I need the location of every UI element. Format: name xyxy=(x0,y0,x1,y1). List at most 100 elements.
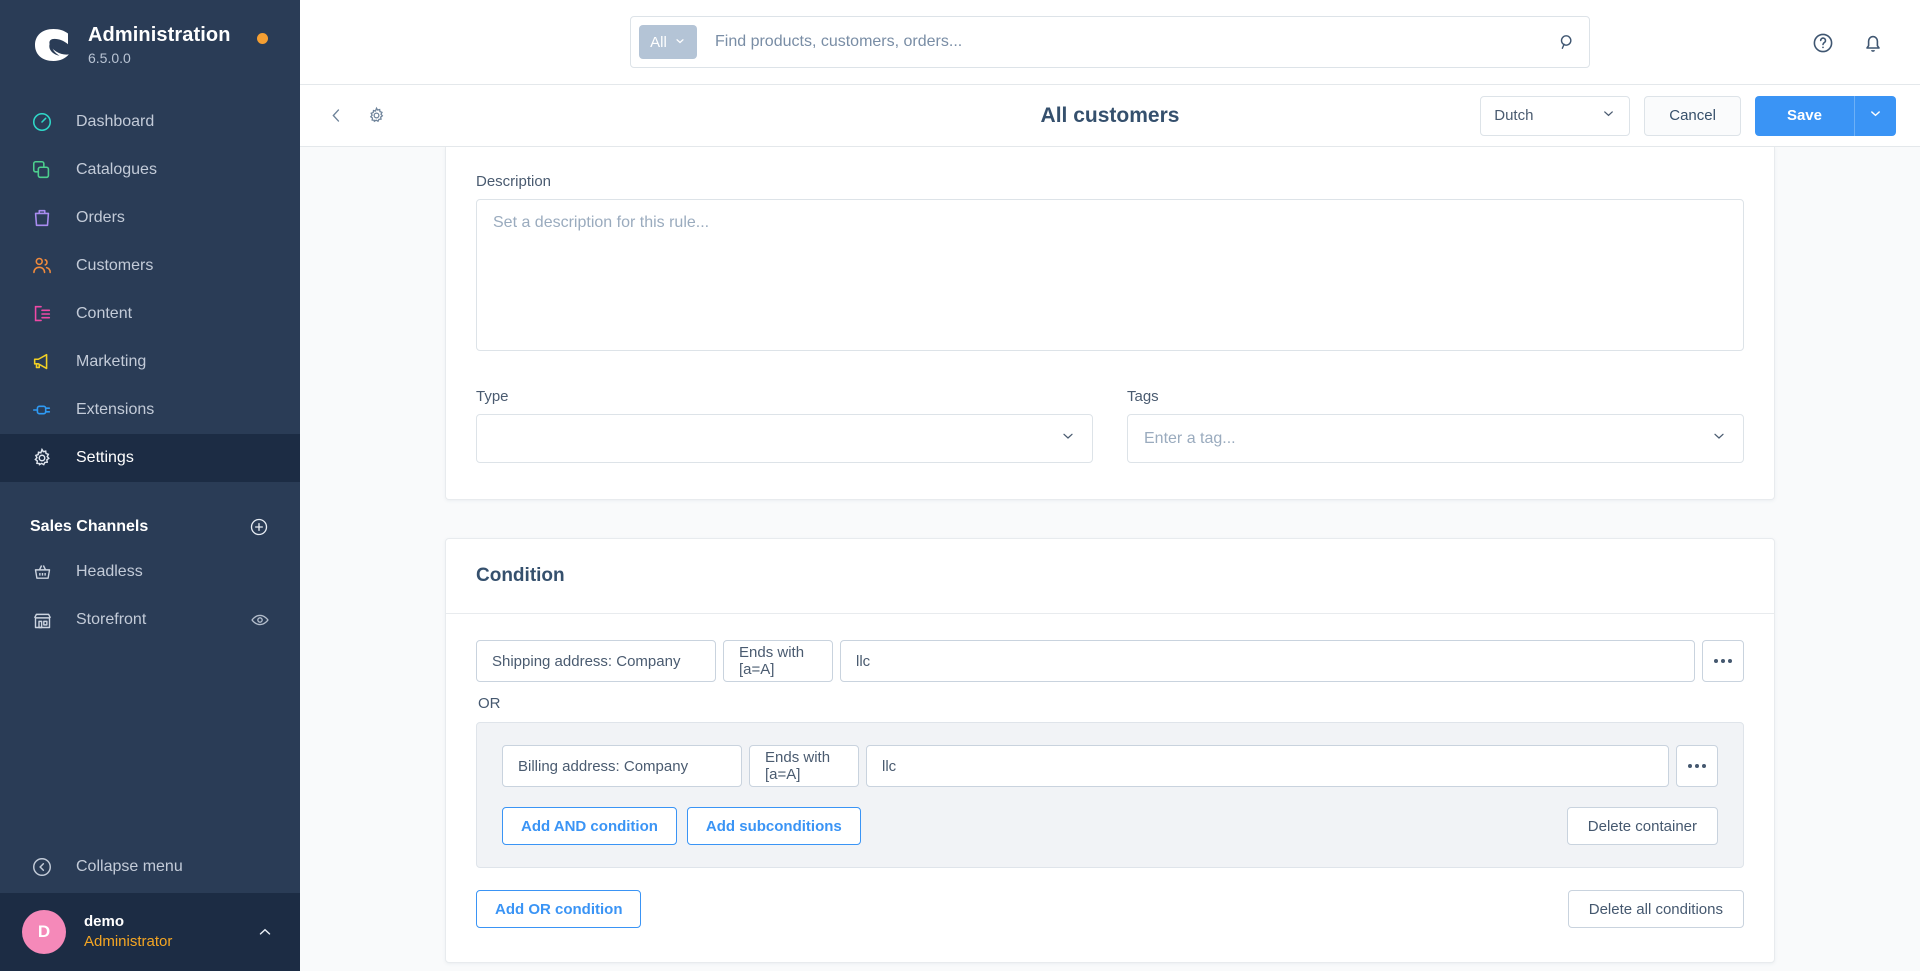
language-select[interactable]: Dutch xyxy=(1480,95,1631,136)
collapse-menu-label: Collapse menu xyxy=(76,858,183,875)
save-button-group: Save xyxy=(1754,95,1896,136)
storefront-shop-icon xyxy=(30,608,54,632)
tags-select[interactable]: Enter a tag... xyxy=(1127,414,1744,463)
sidebar-item-customers[interactable]: Customers xyxy=(0,242,300,290)
shopware-logo-icon xyxy=(30,22,76,68)
description-field-group: Description xyxy=(476,147,1744,356)
help-question-circle-icon[interactable] xyxy=(1810,30,1836,56)
basic-information-body: Description Type xyxy=(446,147,1774,499)
sales-channel-headless[interactable]: Headless xyxy=(0,548,300,596)
global-search: All xyxy=(630,16,1590,68)
chevron-left-icon[interactable] xyxy=(324,104,348,128)
eye-icon[interactable] xyxy=(250,610,270,630)
condition-row-root: Shipping address: Company Ends with [a=A… xyxy=(476,640,1744,682)
gear-icon[interactable] xyxy=(364,104,388,128)
bell-icon[interactable] xyxy=(1860,30,1886,56)
search-input[interactable] xyxy=(697,33,1555,51)
orders-bag-icon xyxy=(30,206,54,230)
search-icon[interactable] xyxy=(1555,30,1579,54)
sidebar-brand-version: 6.5.0.0 xyxy=(88,49,131,66)
marketing-megaphone-icon xyxy=(30,350,54,374)
customers-people-icon xyxy=(30,254,54,278)
sidebar-item-orders[interactable]: Orders xyxy=(0,194,300,242)
ellipsis-dots xyxy=(1688,764,1706,768)
cancel-button-label: Cancel xyxy=(1669,107,1716,124)
ellipsis-dots xyxy=(1714,659,1732,663)
sidebar-nav: Dashboard Catalogues Orders Customers Co… xyxy=(0,98,300,482)
extensions-plug-icon xyxy=(30,398,54,422)
type-tags-row: Type Tags Enter a tag... xyxy=(476,388,1744,463)
ellipsis-icon[interactable] xyxy=(1676,745,1718,787)
search-box: All xyxy=(630,16,1590,68)
sidebar-item-extensions[interactable]: Extensions xyxy=(0,386,300,434)
type-select[interactable] xyxy=(476,414,1093,463)
sidebar-item-label: Catalogues xyxy=(76,161,157,178)
sidebar-brand-text: Administration 6.5.0.0 xyxy=(88,23,231,67)
subcondition-type-select[interactable]: Billing address: Company xyxy=(502,745,742,787)
content-scroll-area[interactable]: Description Type xyxy=(300,147,1920,971)
sidebar-item-label: Extensions xyxy=(76,401,155,418)
add-or-condition-button[interactable]: Add OR condition xyxy=(476,890,642,928)
add-and-condition-button[interactable]: Add AND condition xyxy=(502,807,677,845)
chevron-up-icon[interactable] xyxy=(256,923,274,941)
user-menu[interactable]: D demo Administrator xyxy=(0,893,300,971)
sidebar-item-label: Dashboard xyxy=(76,113,155,130)
cancel-button[interactable]: Cancel xyxy=(1644,95,1741,136)
page-header-left xyxy=(324,104,554,128)
description-label: Description xyxy=(476,173,552,190)
subcontainer-actions: Add AND condition Add subconditions Dele… xyxy=(502,807,1718,845)
sidebar-item-marketing[interactable]: Marketing xyxy=(0,338,300,386)
delete-container-button[interactable]: Delete container xyxy=(1566,807,1718,845)
sales-channel-label: Storefront xyxy=(76,611,147,628)
basic-information-card: Description Type xyxy=(445,147,1775,500)
chevron-down-icon xyxy=(674,34,686,51)
page-header: All customers Dutch Cancel Save xyxy=(300,85,1920,147)
sidebar-item-content[interactable]: Content xyxy=(0,290,300,338)
condition-subcontainer: Billing address: Company Ends with [a=A]… xyxy=(476,722,1744,868)
sidebar-item-label: Content xyxy=(76,305,133,322)
delete-all-conditions-button[interactable]: Delete all conditions xyxy=(1567,890,1744,928)
collapse-menu-button[interactable]: Collapse menu xyxy=(0,841,300,893)
tags-label: Tags xyxy=(1127,388,1159,405)
save-button[interactable]: Save xyxy=(1754,95,1854,136)
plus-circle-icon[interactable] xyxy=(248,516,270,538)
topbar-actions xyxy=(1810,0,1886,85)
subcondition-value-input[interactable]: llc xyxy=(866,745,1669,787)
sidebar-item-catalogues[interactable]: Catalogues xyxy=(0,146,300,194)
basket-icon xyxy=(30,560,54,584)
sales-channel-storefront[interactable]: Storefront xyxy=(0,596,300,644)
language-select-value: Dutch xyxy=(1494,107,1534,124)
condition-type-select[interactable]: Shipping address: Company xyxy=(476,640,716,682)
page-title: All customers xyxy=(1040,103,1180,127)
chevron-down-icon xyxy=(1060,428,1076,449)
add-subconditions-button[interactable]: Add subconditions xyxy=(686,807,861,845)
condition-bottom-actions: Add OR condition Delete all conditions xyxy=(476,890,1744,928)
type-field-group: Type xyxy=(476,388,1093,463)
content-inner: Description Type xyxy=(445,147,1775,963)
sidebar: Administration 6.5.0.0 Dashboard Catalog… xyxy=(0,0,300,971)
condition-row-sub: Billing address: Company Ends with [a=A]… xyxy=(502,745,1718,787)
condition-operator-select[interactable]: Ends with [a=A] xyxy=(723,640,833,682)
sales-channels-section-header: Sales Channels xyxy=(0,482,300,548)
sidebar-brand-title: Administration xyxy=(88,23,231,46)
condition-value-input[interactable]: llc xyxy=(840,640,1695,682)
update-status-dot[interactable] xyxy=(257,33,268,44)
chevron-down-icon xyxy=(1868,106,1883,126)
sidebar-item-dashboard[interactable]: Dashboard xyxy=(0,98,300,146)
save-options-button[interactable] xyxy=(1854,95,1896,136)
subcondition-operator-select[interactable]: Ends with [a=A] xyxy=(749,745,859,787)
description-input[interactable] xyxy=(476,199,1744,351)
dashboard-gauge-icon xyxy=(30,110,54,134)
search-scope-selector[interactable]: All xyxy=(639,25,697,59)
collapse-arrow-left-icon xyxy=(30,855,54,879)
sales-channels-title: Sales Channels xyxy=(30,518,149,535)
search-scope-label: All xyxy=(650,33,667,51)
chevron-down-icon xyxy=(1711,428,1727,449)
sidebar-item-settings[interactable]: Settings xyxy=(0,434,300,482)
settings-gear-icon xyxy=(30,446,54,470)
chevron-down-icon xyxy=(1601,106,1616,125)
ellipsis-icon[interactable] xyxy=(1702,640,1744,682)
topbar: All xyxy=(300,0,1920,85)
sidebar-item-label: Customers xyxy=(76,257,154,274)
card-gap xyxy=(445,500,1775,538)
